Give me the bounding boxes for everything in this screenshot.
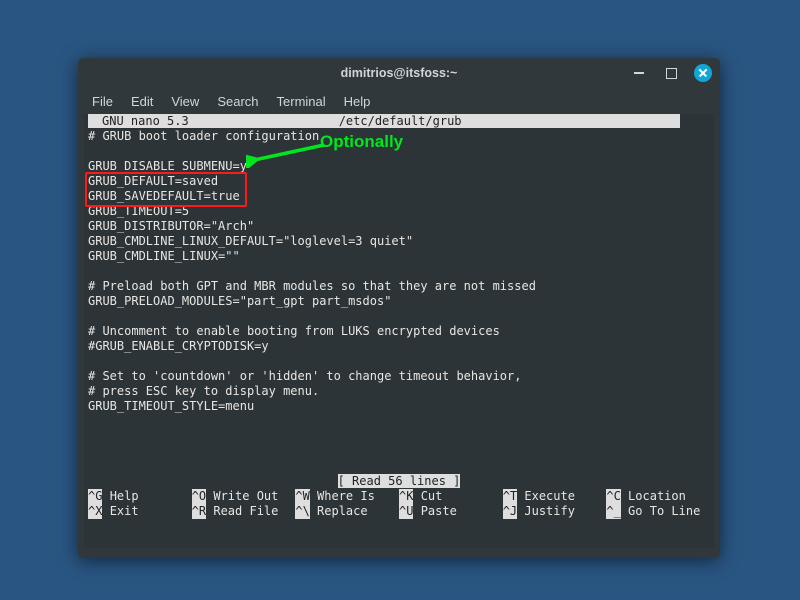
hint-label: Replace	[317, 504, 368, 519]
hint-label: Write Out	[213, 489, 278, 504]
file-line: GRUB_DISTRIBUTOR="Arch"	[88, 219, 254, 233]
menu-help[interactable]: Help	[344, 94, 371, 109]
titlebar: dimitrios@itsfoss:~	[78, 58, 720, 88]
file-line: GRUB_SAVEDEFAULT=true	[88, 189, 240, 203]
hint-key: ^T	[503, 489, 517, 504]
hint-key: ^U	[399, 504, 413, 519]
menu-edit[interactable]: Edit	[131, 94, 153, 109]
file-line: # press ESC key to display menu.	[88, 384, 319, 398]
nano-shortcuts: ^G Help ^X Exit ^O Write Out ^R Read File ^W…	[88, 489, 710, 519]
file-line: GRUB_TIMEOUT_STYLE=menu	[88, 399, 254, 413]
menu-file[interactable]: File	[92, 94, 113, 109]
file-line: # Preload both GPT and MBR modules so th…	[88, 279, 536, 293]
minimize-button[interactable]	[630, 64, 648, 82]
file-line: # GRUB boot loader configuration	[88, 129, 319, 143]
file-line: GRUB_DEFAULT=saved	[88, 174, 218, 188]
file-line: GRUB_DISABLE_SUBMENU=y	[88, 159, 247, 173]
hint-key: ^R	[192, 504, 206, 519]
hint-key: ^_	[606, 504, 620, 519]
hint-label: Justify	[524, 504, 575, 519]
close-icon	[694, 64, 712, 82]
maximize-button[interactable]	[662, 64, 680, 82]
hint-key: ^W	[295, 489, 309, 504]
hint-key: ^J	[503, 504, 517, 519]
menubar: File Edit View Search Terminal Help	[78, 88, 720, 114]
hint-key: ^O	[192, 489, 206, 504]
file-line: GRUB_PRELOAD_MODULES="part_gpt part_msdo…	[88, 294, 391, 308]
file-line: # Set to 'countdown' or 'hidden' to chan…	[88, 369, 521, 383]
hint-key: ^C	[606, 489, 620, 504]
maximize-icon	[666, 68, 677, 79]
file-line: GRUB_TIMEOUT=5	[88, 204, 189, 218]
hint-label: Go To Line	[628, 504, 700, 519]
hint-label: Paste	[421, 504, 457, 519]
file-line: GRUB_CMDLINE_LINUX_DEFAULT="loglevel=3 q…	[88, 234, 413, 248]
hint-label: Location	[628, 489, 686, 504]
nano-status: [ Read 56 lines ]	[88, 474, 710, 489]
close-button[interactable]	[694, 64, 712, 82]
nano-file-path: /etc/default/grub	[339, 114, 462, 128]
hint-key: ^X	[88, 504, 102, 519]
hint-label: Where Is	[317, 489, 375, 504]
hint-label: Help	[110, 489, 139, 504]
hint-key: ^\	[295, 504, 309, 519]
minimize-icon	[634, 72, 644, 74]
menu-view[interactable]: View	[171, 94, 199, 109]
hint-key: ^G	[88, 489, 102, 504]
menu-search[interactable]: Search	[217, 94, 258, 109]
terminal-window: dimitrios@itsfoss:~ File Edit View Searc…	[78, 58, 720, 558]
file-line: #GRUB_ENABLE_CRYPTODISK=y	[88, 339, 269, 353]
hint-label: Read File	[213, 504, 278, 519]
nano-version: GNU nano 5.3	[102, 114, 189, 128]
file-line: GRUB_CMDLINE_LINUX=""	[88, 249, 240, 263]
hint-label: Exit	[110, 504, 139, 519]
terminal-output[interactable]: GNU nano 5.3/etc/default/grub # GRUB boo…	[84, 114, 714, 548]
hint-key: ^K	[399, 489, 413, 504]
hint-label: Cut	[421, 489, 443, 504]
hint-label: Execute	[524, 489, 575, 504]
file-line: # Uncomment to enable booting from LUKS …	[88, 324, 500, 338]
menu-terminal[interactable]: Terminal	[277, 94, 326, 109]
window-title: dimitrios@itsfoss:~	[341, 66, 458, 80]
